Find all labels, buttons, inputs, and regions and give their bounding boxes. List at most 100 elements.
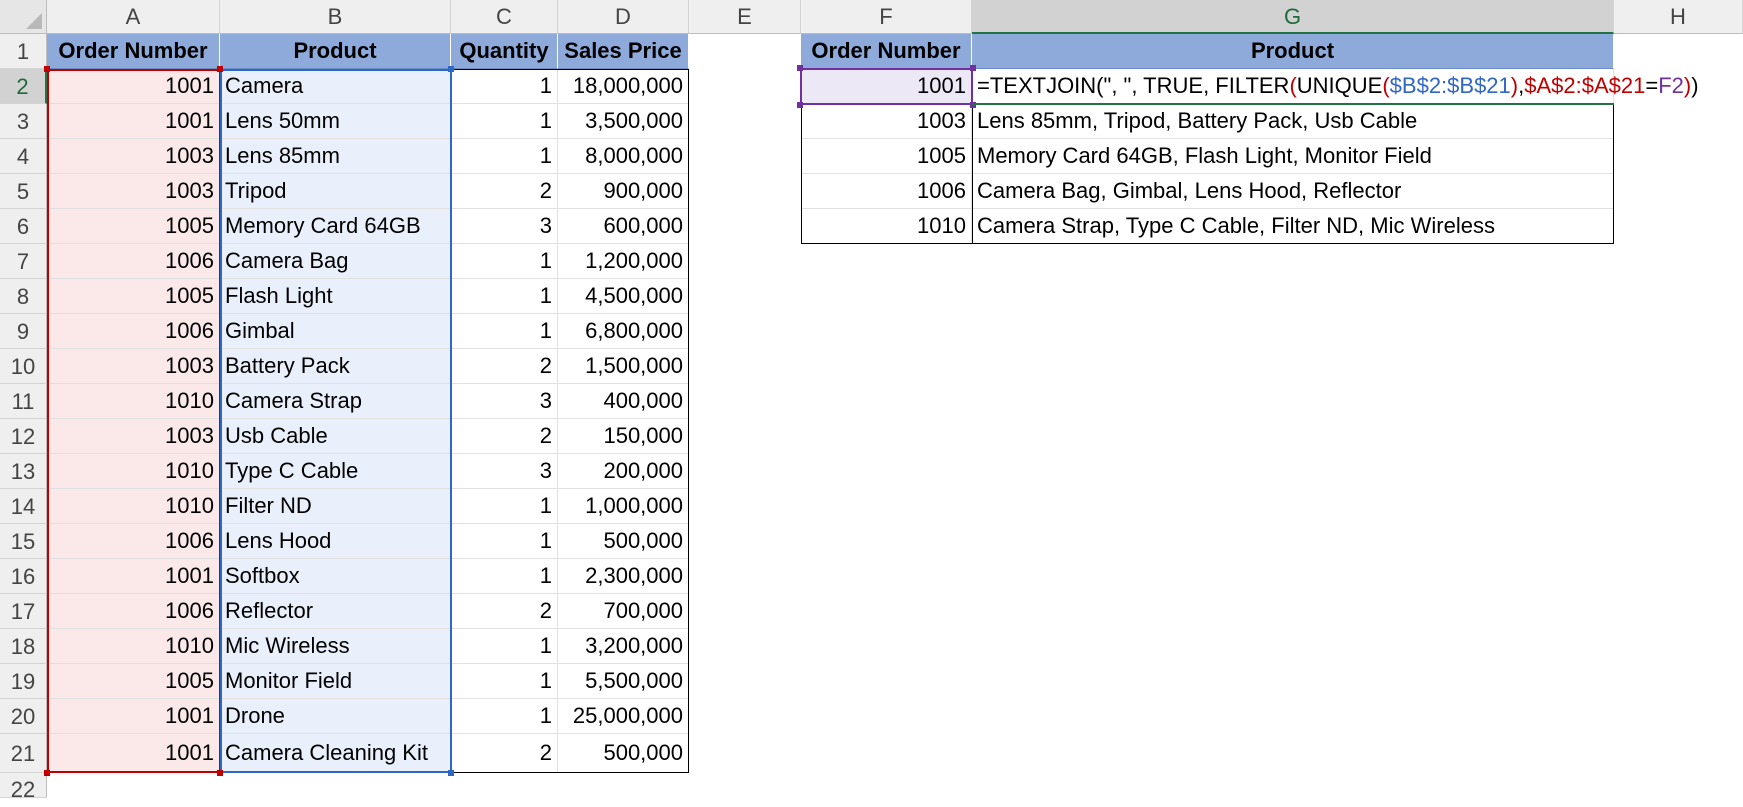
order-number-cell[interactable]: 1010 <box>47 629 220 664</box>
quantity-cell[interactable]: 1 <box>451 489 558 524</box>
quantity-cell[interactable]: 2 <box>451 594 558 629</box>
range-handle-f2-bottom-left[interactable] <box>797 102 803 108</box>
row-header-8[interactable]: 8 <box>0 279 47 314</box>
product-cell[interactable]: Lens 85mm <box>220 139 451 174</box>
column-header-h[interactable]: H <box>1614 0 1743 34</box>
row-header-7[interactable]: 7 <box>0 244 47 279</box>
order-number-cell[interactable]: 1003 <box>47 419 220 454</box>
quantity-cell[interactable]: 1 <box>451 279 558 314</box>
order-number-cell-f2[interactable]: 1001 <box>801 69 972 104</box>
order-number-cell[interactable]: 1006 <box>801 174 972 209</box>
range-handle-f2-top-left[interactable] <box>797 65 803 71</box>
column-header-e[interactable]: E <box>689 0 801 34</box>
product-cell[interactable]: Filter ND <box>220 489 451 524</box>
product-cell[interactable]: Reflector <box>220 594 451 629</box>
range-handle-a-bottom-right[interactable] <box>217 770 223 776</box>
row-header-2[interactable]: 2 <box>0 69 47 104</box>
product-list-cell[interactable]: Camera Strap, Type C Cable, Filter ND, M… <box>972 209 1614 244</box>
row-header-14[interactable]: 14 <box>0 489 47 524</box>
quantity-cell[interactable]: 1 <box>451 629 558 664</box>
quantity-cell[interactable]: 2 <box>451 419 558 454</box>
sales-price-cell[interactable]: 6,800,000 <box>558 314 689 349</box>
row-header-21[interactable]: 21 <box>0 734 47 773</box>
order-number-cell[interactable]: 1003 <box>801 104 972 139</box>
quantity-cell[interactable]: 1 <box>451 524 558 559</box>
quantity-cell[interactable]: 1 <box>451 104 558 139</box>
column-header-a[interactable]: A <box>47 0 220 34</box>
quantity-cell[interactable]: 2 <box>451 349 558 384</box>
product-cell[interactable]: Camera Cleaning Kit <box>220 734 451 773</box>
column-header-b[interactable]: B <box>220 0 451 34</box>
sales-price-cell[interactable]: 200,000 <box>558 454 689 489</box>
row-header-3[interactable]: 3 <box>0 104 47 139</box>
row-header-6[interactable]: 6 <box>0 209 47 244</box>
order-number-cell[interactable]: 1001 <box>47 104 220 139</box>
table2-header-order-number[interactable]: Order Number <box>801 34 972 69</box>
order-number-cell[interactable]: 1001 <box>47 734 220 773</box>
product-cell[interactable]: Camera Bag <box>220 244 451 279</box>
order-number-cell[interactable]: 1006 <box>47 244 220 279</box>
range-handle-a-top-left[interactable] <box>44 66 50 72</box>
quantity-cell[interactable]: 1 <box>451 139 558 174</box>
product-cell[interactable]: Gimbal <box>220 314 451 349</box>
row-header-18[interactable]: 18 <box>0 629 47 664</box>
range-handle-f2-top-right[interactable] <box>970 65 976 71</box>
range-handle-b-bottom-right[interactable] <box>448 770 454 776</box>
sales-price-cell[interactable]: 3,500,000 <box>558 104 689 139</box>
range-handle-a-top-right[interactable] <box>217 66 223 72</box>
product-cell[interactable]: Type C Cable <box>220 454 451 489</box>
order-number-cell[interactable]: 1010 <box>47 454 220 489</box>
column-header-g[interactable]: G <box>972 0 1614 34</box>
table1-header-sales-price[interactable]: Sales Price <box>558 34 689 69</box>
product-list-cell[interactable]: Lens 85mm, Tripod, Battery Pack, Usb Cab… <box>972 104 1614 139</box>
product-cell[interactable]: Camera Strap <box>220 384 451 419</box>
product-cell[interactable]: Mic Wireless <box>220 629 451 664</box>
order-number-cell[interactable]: 1001 <box>47 559 220 594</box>
order-number-cell[interactable]: 1010 <box>47 384 220 419</box>
sales-price-cell[interactable]: 600,000 <box>558 209 689 244</box>
table1-header-quantity[interactable]: Quantity <box>451 34 558 69</box>
product-list-cell[interactable]: Memory Card 64GB, Flash Light, Monitor F… <box>972 139 1614 174</box>
order-number-cell[interactable]: 1003 <box>47 139 220 174</box>
quantity-cell[interactable]: 3 <box>451 384 558 419</box>
order-number-cell[interactable]: 1005 <box>47 279 220 314</box>
table1-header-order-number[interactable]: Order Number <box>47 34 220 69</box>
quantity-cell[interactable]: 2 <box>451 174 558 209</box>
row-header-19[interactable]: 19 <box>0 664 47 699</box>
product-cell[interactable]: Lens Hood <box>220 524 451 559</box>
product-cell[interactable]: Memory Card 64GB <box>220 209 451 244</box>
quantity-cell[interactable]: 1 <box>451 559 558 594</box>
quantity-cell[interactable]: 1 <box>451 244 558 279</box>
sales-price-cell[interactable]: 25,000,000 <box>558 699 689 734</box>
order-number-cell[interactable]: 1005 <box>47 209 220 244</box>
order-number-cell[interactable]: 1006 <box>47 524 220 559</box>
row-header-20[interactable]: 20 <box>0 699 47 734</box>
quantity-cell[interactable]: 2 <box>451 734 558 773</box>
sales-price-cell[interactable]: 2,300,000 <box>558 559 689 594</box>
row-header-1[interactable]: 1 <box>0 34 47 69</box>
table2-header-product[interactable]: Product <box>972 34 1614 69</box>
quantity-cell[interactable]: 3 <box>451 454 558 489</box>
column-header-d[interactable]: D <box>558 0 689 34</box>
sales-price-cell[interactable]: 3,200,000 <box>558 629 689 664</box>
row-header-11[interactable]: 11 <box>0 384 47 419</box>
quantity-cell[interactable]: 1 <box>451 69 558 104</box>
range-handle-a-bottom-left[interactable] <box>44 770 50 776</box>
sales-price-cell[interactable]: 900,000 <box>558 174 689 209</box>
order-number-cell[interactable]: 1006 <box>47 594 220 629</box>
product-cell[interactable]: Flash Light <box>220 279 451 314</box>
order-number-cell[interactable]: 1001 <box>47 699 220 734</box>
row-header-13[interactable]: 13 <box>0 454 47 489</box>
sales-price-cell[interactable]: 1,000,000 <box>558 489 689 524</box>
sales-price-cell[interactable]: 8,000,000 <box>558 139 689 174</box>
product-cell[interactable]: Tripod <box>220 174 451 209</box>
sales-price-cell[interactable]: 400,000 <box>558 384 689 419</box>
row-header-15[interactable]: 15 <box>0 524 47 559</box>
sales-price-cell[interactable]: 500,000 <box>558 524 689 559</box>
product-cell[interactable]: Battery Pack <box>220 349 451 384</box>
column-header-f[interactable]: F <box>801 0 972 34</box>
product-cell[interactable]: Softbox <box>220 559 451 594</box>
product-cell[interactable]: Lens 50mm <box>220 104 451 139</box>
table1-header-product[interactable]: Product <box>220 34 451 69</box>
sales-price-cell[interactable]: 700,000 <box>558 594 689 629</box>
